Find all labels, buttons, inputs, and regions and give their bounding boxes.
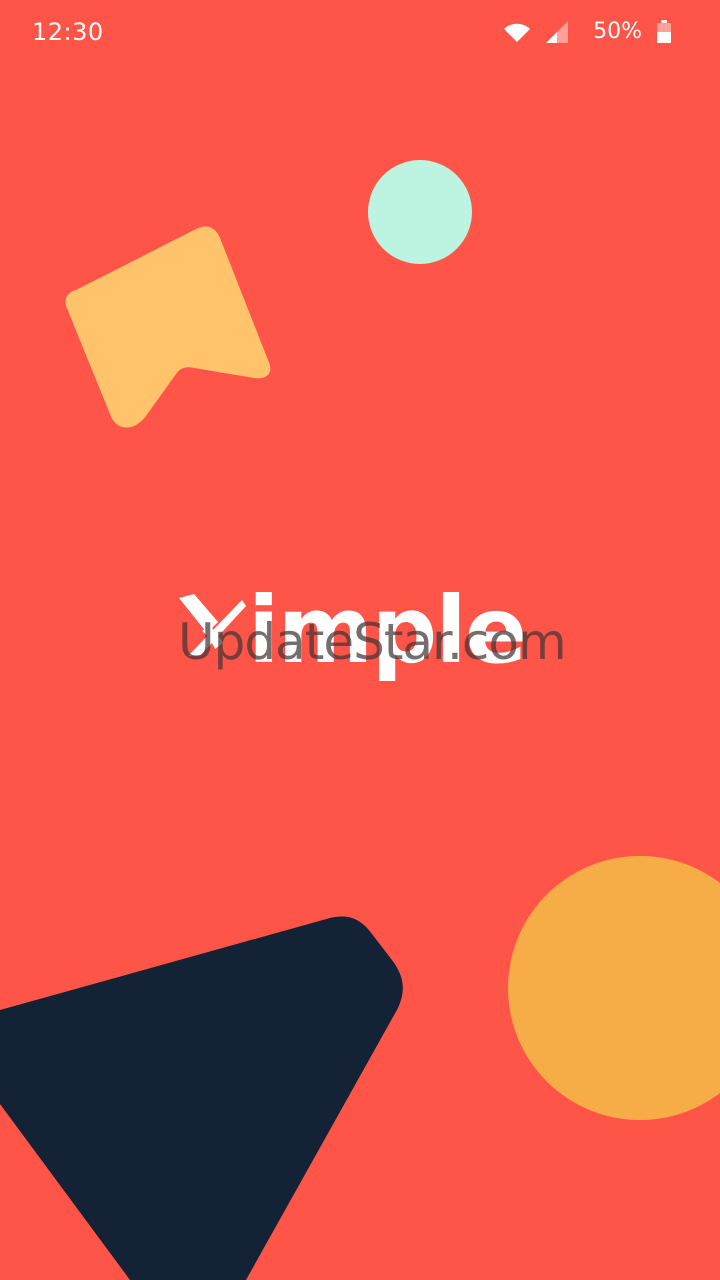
app-logo: imple [174, 577, 548, 692]
orange-circle-shape [508, 856, 720, 1120]
status-bar: 12:30 50% [0, 0, 720, 64]
status-icons: 50% [503, 18, 672, 46]
wifi-icon [503, 21, 531, 43]
status-time: 12:30 [32, 18, 104, 46]
battery-percentage: 50% [593, 19, 642, 44]
dark-navy-triangle-shape [0, 916, 403, 1280]
battery-icon [656, 20, 672, 44]
mint-circle-shape [368, 160, 472, 264]
splash-screen: 12:30 50% imple UpdateStar.com [0, 0, 720, 1280]
logo-wordmark: imple [248, 577, 527, 684]
yellow-speech-bubble-shape [65, 226, 271, 428]
signal-icon [545, 20, 569, 44]
logo-mark-icon [179, 594, 246, 656]
